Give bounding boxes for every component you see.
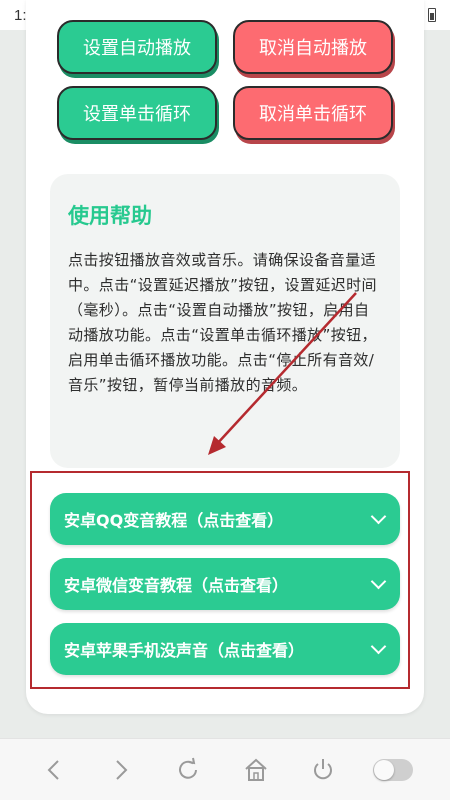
tutorial-item-qq[interactable]: 安卓QQ变音教程（点击查看）: [50, 493, 400, 545]
tutorial-label: 安卓QQ变音教程（点击查看）: [64, 511, 284, 530]
chevron-down-icon: [370, 638, 387, 654]
power-icon[interactable]: [306, 753, 340, 787]
home-icon[interactable]: [239, 753, 273, 787]
cancel-autoplay-button[interactable]: 取消自动播放: [233, 20, 393, 74]
refresh-icon[interactable]: [171, 753, 205, 787]
help-panel: 使用帮助 点击按钮播放音效或音乐。请确保设备音量适中。点击“设置延迟播放”按钮，…: [50, 174, 400, 468]
chevron-down-icon: [370, 508, 387, 524]
browser-nav-bar: [0, 738, 450, 800]
battery-icon: [428, 8, 436, 22]
chevron-down-icon: [370, 573, 387, 589]
cancel-click-loop-button[interactable]: 取消单击循环: [233, 86, 393, 140]
help-text: 点击按钮播放音效或音乐。请确保设备音量适中。点击“设置延迟播放”按钮，设置延迟时…: [68, 251, 377, 394]
forward-icon[interactable]: [104, 753, 138, 787]
help-title: 使用帮助: [68, 204, 152, 228]
tutorial-label: 安卓苹果手机没声音（点击查看）: [64, 641, 305, 660]
back-icon[interactable]: [37, 753, 71, 787]
tutorial-item-iphone[interactable]: 安卓苹果手机没声音（点击查看）: [50, 623, 400, 675]
tutorial-label: 安卓微信变音教程（点击查看）: [64, 576, 289, 595]
set-click-loop-button[interactable]: 设置单击循环: [57, 86, 217, 140]
toggle-switch[interactable]: [373, 758, 414, 781]
set-autoplay-button[interactable]: 设置自动播放: [57, 20, 217, 74]
tutorial-item-wechat[interactable]: 安卓微信变音教程（点击查看）: [50, 558, 400, 610]
